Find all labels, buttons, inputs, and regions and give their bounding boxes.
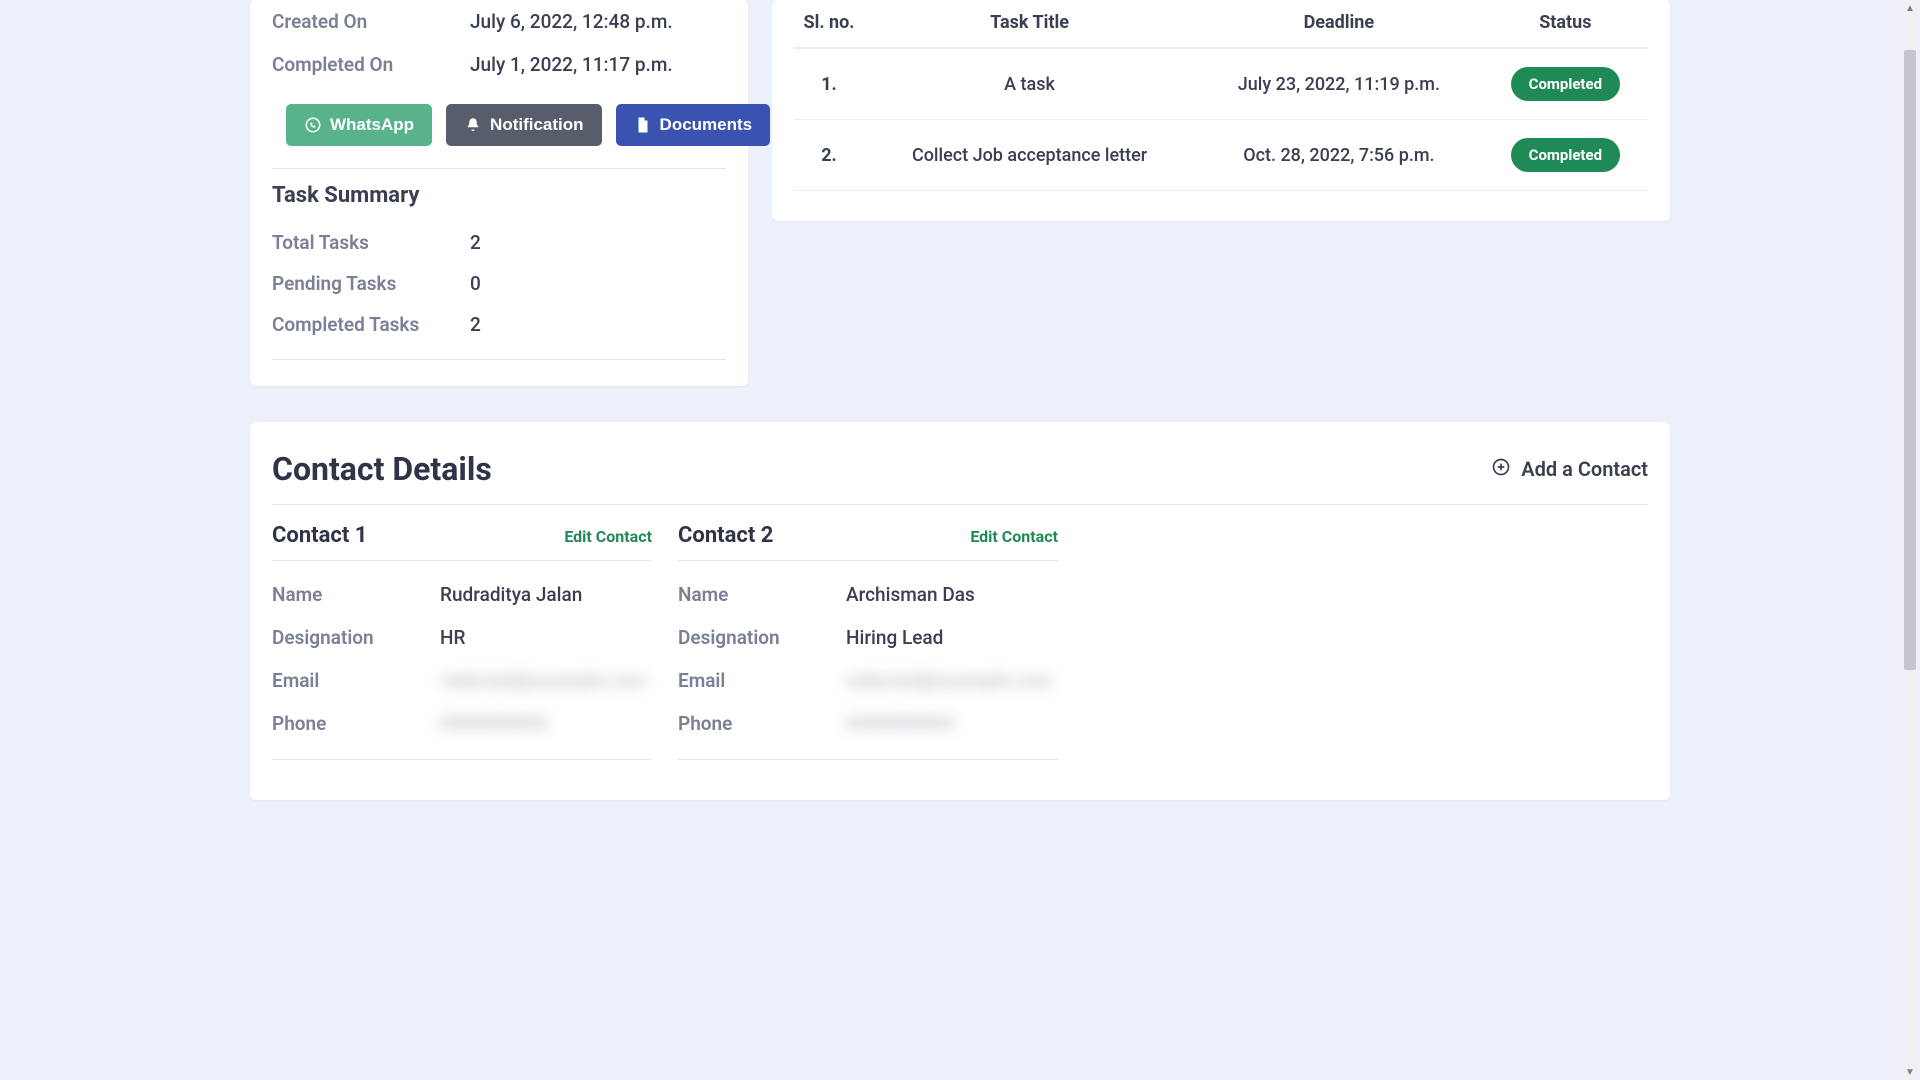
c2-phone-label: Phone — [678, 712, 846, 735]
documents-button[interactable]: Documents — [616, 104, 771, 146]
cell-title: A task — [864, 48, 1195, 120]
contact-block-2: Contact 2 Edit Contact Name Archisman Da… — [678, 523, 1058, 760]
add-contact-button[interactable]: Add a Contact — [1491, 457, 1648, 482]
c2-email-value: redacted@example.com — [846, 669, 1053, 692]
contact-heading: Contact Details — [272, 450, 492, 488]
c1-phone-value: 0000000000 — [440, 712, 548, 735]
documents-label: Documents — [660, 115, 753, 135]
th-title: Task Title — [864, 0, 1195, 48]
whatsapp-label: WhatsApp — [330, 115, 414, 135]
scroll-up-icon[interactable]: ▲ — [1902, 0, 1918, 16]
bell-icon — [464, 116, 482, 134]
status-badge[interactable]: Completed — [1511, 67, 1620, 101]
c2-designation-label: Designation — [678, 626, 846, 649]
c1-designation-value: HR — [440, 626, 465, 649]
whatsapp-button[interactable]: WhatsApp — [286, 104, 432, 146]
task-summary-title: Task Summary — [272, 183, 726, 208]
total-tasks-value: 2 — [470, 231, 481, 254]
c1-name-label: Name — [272, 583, 440, 606]
scrollbar[interactable]: ▲ ▼ — [1902, 0, 1918, 1080]
notification-label: Notification — [490, 115, 584, 135]
c1-phone-label: Phone — [272, 712, 440, 735]
completed-tasks-label: Completed Tasks — [272, 313, 470, 336]
cell-deadline: Oct. 28, 2022, 7:56 p.m. — [1195, 120, 1483, 191]
created-on-value: July 6, 2022, 12:48 p.m. — [470, 10, 673, 33]
c1-designation-label: Designation — [272, 626, 440, 649]
c2-name-label: Name — [678, 583, 846, 606]
cell-sl: 1. — [794, 48, 864, 120]
notification-button[interactable]: Notification — [446, 104, 602, 146]
scroll-down-icon[interactable]: ▼ — [1902, 1064, 1918, 1080]
edit-contact-2[interactable]: Edit Contact — [970, 527, 1058, 546]
cell-sl: 2. — [794, 120, 864, 191]
pending-tasks-label: Pending Tasks — [272, 272, 470, 295]
tasks-card: Sl. no. Task Title Deadline Status 1. A … — [772, 0, 1670, 221]
cell-deadline: July 23, 2022, 11:19 p.m. — [1195, 48, 1483, 120]
completed-on-label: Completed On — [272, 53, 470, 76]
completed-tasks-value: 2 — [470, 313, 481, 336]
whatsapp-icon — [304, 116, 322, 134]
pending-tasks-row: Pending Tasks 0 — [272, 263, 726, 304]
completed-on-value: July 1, 2022, 11:17 p.m. — [470, 53, 673, 76]
contact-header: Contact Details Add a Contact — [272, 450, 1648, 505]
completed-on-row: Completed On July 1, 2022, 11:17 p.m. — [272, 43, 726, 86]
c2-designation-value: Hiring Lead — [846, 626, 943, 649]
file-icon — [634, 116, 652, 134]
divider — [272, 168, 726, 169]
contact-block-1: Contact 1 Edit Contact Name Rudraditya J… — [272, 523, 652, 760]
c2-phone-value: 0000000000 — [846, 712, 954, 735]
c2-email-label: Email — [678, 669, 846, 692]
created-on-label: Created On — [272, 10, 470, 33]
plus-circle-icon — [1491, 457, 1511, 482]
cell-status: Completed — [1483, 48, 1648, 120]
th-status: Status — [1483, 0, 1648, 48]
info-card: Created On July 6, 2022, 12:48 p.m. Comp… — [250, 0, 748, 386]
th-deadline: Deadline — [1195, 0, 1483, 48]
cell-title: Collect Job acceptance letter — [864, 120, 1195, 191]
th-sl: Sl. no. — [794, 0, 864, 48]
contacts-row: Contact 1 Edit Contact Name Rudraditya J… — [272, 523, 1648, 760]
contact-1-title: Contact 1 — [272, 523, 367, 548]
add-contact-label: Add a Contact — [1521, 457, 1648, 481]
pending-tasks-value: 0 — [470, 272, 481, 295]
cell-status: Completed — [1483, 120, 1648, 191]
status-badge[interactable]: Completed — [1511, 138, 1620, 172]
c1-email-label: Email — [272, 669, 440, 692]
total-tasks-row: Total Tasks 2 — [272, 222, 726, 263]
action-buttons: WhatsApp Notification Documents — [286, 104, 726, 146]
total-tasks-label: Total Tasks — [272, 231, 470, 254]
table-row: 2. Collect Job acceptance letter Oct. 28… — [794, 120, 1648, 191]
table-row: 1. A task July 23, 2022, 11:19 p.m. Comp… — [794, 48, 1648, 120]
contact-details-card: Contact Details Add a Contact Contact 1 … — [250, 422, 1670, 800]
tasks-header-row: Sl. no. Task Title Deadline Status — [794, 0, 1648, 48]
c1-email-value: redacted@example.com — [440, 669, 647, 692]
task-summary-block: Total Tasks 2 Pending Tasks 0 Completed … — [272, 222, 726, 360]
c2-name-value: Archisman Das — [846, 583, 975, 606]
edit-contact-1[interactable]: Edit Contact — [564, 527, 652, 546]
scroll-thumb[interactable] — [1904, 50, 1916, 670]
c1-name-value: Rudraditya Jalan — [440, 583, 582, 606]
tasks-table: Sl. no. Task Title Deadline Status 1. A … — [794, 0, 1648, 191]
contact-2-title: Contact 2 — [678, 523, 773, 548]
completed-tasks-row: Completed Tasks 2 — [272, 304, 726, 345]
created-on-row: Created On July 6, 2022, 12:48 p.m. — [272, 0, 726, 43]
